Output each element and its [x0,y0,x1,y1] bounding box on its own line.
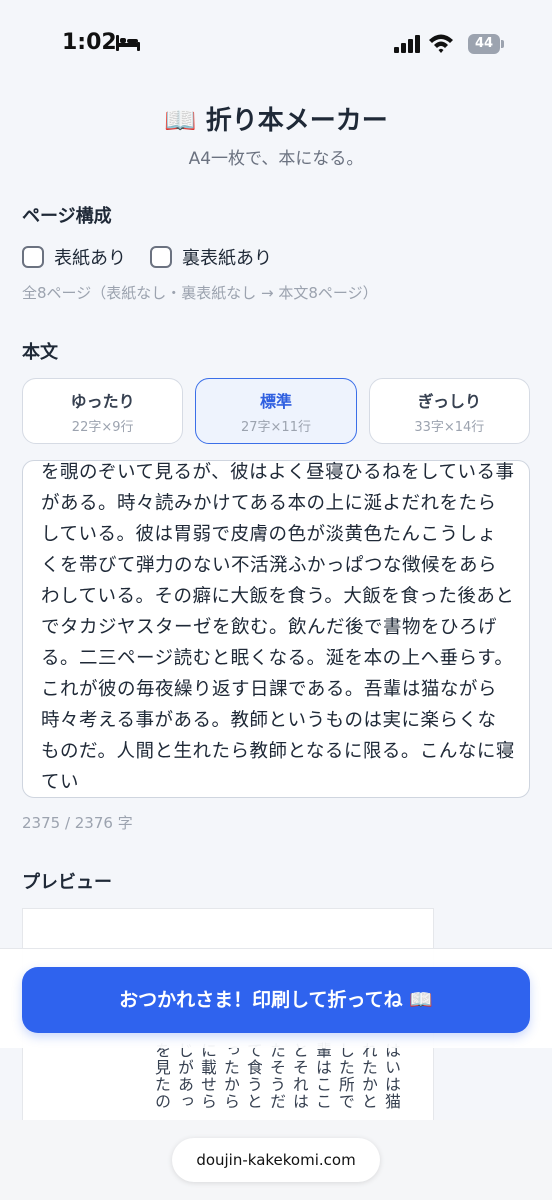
cover-options: 表紙あり 裏表紙あり [22,244,272,270]
preview-column: した所で [336,1042,354,1110]
density-name: 標準 [259,391,292,411]
back-cover-label: 裏表紙あり [182,248,272,269]
density-spec: 27字×11行 [241,419,311,435]
back-cover-checkbox[interactable] [150,246,172,268]
url-bar[interactable]: doujin-kakekomi.com [172,1138,380,1182]
preview-column: て食うと [244,1042,262,1110]
status-time: 1:02 [62,30,117,55]
preview-column: たそうだ [267,1042,285,1110]
density-name: ゆったり [70,391,135,411]
preview-column: を見たの [152,1042,170,1110]
preview-column: はいは猫 [382,1042,400,1110]
density-option-dense[interactable]: ぎっしり 33字×14行 [368,378,530,444]
body-textarea-content: を覗のぞいて見るが、彼はよく昼寝ひるねをしている事がある。時々読みかけてある本の… [41,462,515,793]
body-heading: 本文 [22,342,58,363]
print-fold-button[interactable]: おつかれさま！印刷して折ってね 📖 [22,967,530,1033]
preview-column: ったから [221,1042,239,1110]
density-option-loose[interactable]: ゆったり 22字×9行 [22,378,184,444]
sleep-bed-icon [116,35,140,51]
app-title: 📖 折り本メーカー [164,106,388,136]
back-cover-option[interactable]: 裏表紙あり [150,244,272,270]
preview-column: じがあっ [175,1042,193,1110]
cellular-signal-icon [394,35,420,53]
density-option-standard[interactable]: 標準 27字×11行 [195,378,357,444]
char-count: 2375 / 2376 字 [22,814,133,832]
preview-text: はいは猫 れたかと した所で 輩はここ とそれは たそうだ て食うと ったから … [60,1042,400,1122]
preview-column: に載せら [198,1042,216,1110]
page-config-heading: ページ構成 [22,206,112,227]
battery-level: 44 [468,34,500,54]
preview-column: れたかと [359,1042,377,1110]
status-bar: 1:02 44 [0,0,552,90]
page-summary: 全8ページ（表紙なし・裏表紙なし → 本文8ページ） [22,284,378,302]
app-subtitle: A4一枚で、本になる。 [188,149,364,169]
wifi-icon [429,34,453,53]
front-cover-option[interactable]: 表紙あり [22,244,126,270]
preview-column: とそれは [290,1042,308,1110]
density-name: ぎっしり [417,391,481,411]
preview-column: 輩はここ [313,1042,331,1110]
density-spec: 22字×9行 [71,419,134,435]
battery-icon: 44 [468,34,504,54]
density-spec: 33字×14行 [414,419,485,435]
front-cover-label: 表紙あり [54,248,126,269]
front-cover-checkbox[interactable] [22,246,44,268]
preview-heading: プレビュー [22,872,112,893]
body-textarea[interactable]: を覗のぞいて見るが、彼はよく昼寝ひるねをしている事がある。時々読みかけてある本の… [22,460,530,798]
density-selector: ゆったり 22字×9行 標準 27字×11行 ぎっしり 33字×14行 [22,378,530,444]
